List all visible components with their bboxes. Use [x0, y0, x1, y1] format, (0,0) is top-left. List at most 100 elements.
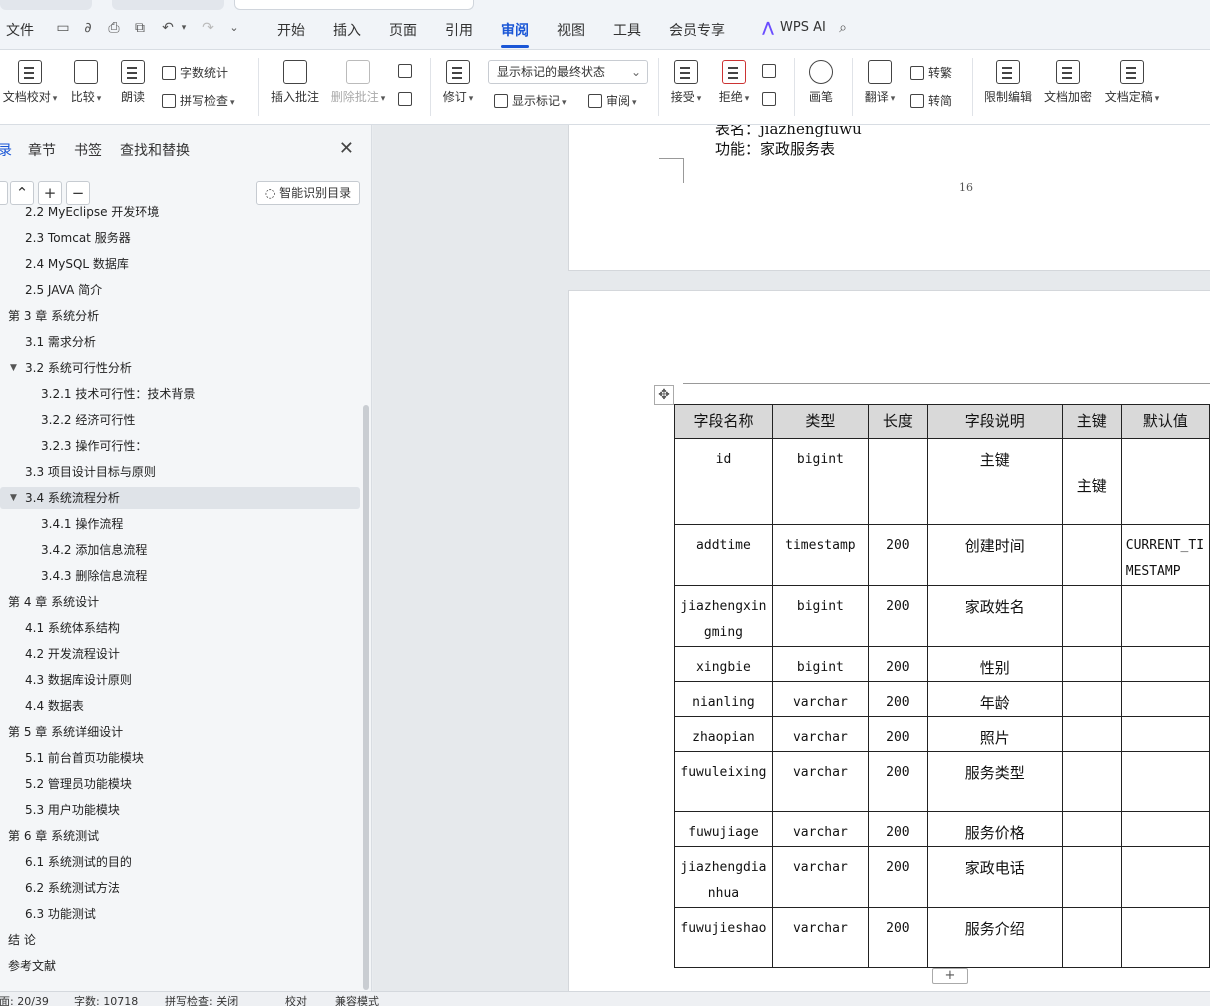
tab-home[interactable]: 开始 [277, 20, 305, 40]
cell-type[interactable]: varchar [771, 846, 869, 908]
tab-chapters[interactable]: 章节 [28, 140, 56, 160]
window-tab[interactable] [0, 0, 92, 10]
cell-description[interactable]: 创建时间 [926, 524, 1063, 586]
cell-description[interactable]: 性别 [926, 646, 1063, 682]
toc-item[interactable]: 4.2 开发流程设计 [0, 643, 360, 665]
track-changes-button[interactable]: 修订 ▾ [440, 60, 476, 105]
print-icon[interactable]: ⎙ [106, 20, 122, 36]
next-change-button[interactable] [762, 92, 780, 106]
window-tab[interactable] [112, 0, 224, 10]
undo-dropdown-icon[interactable]: ▾ [176, 20, 192, 36]
toc-item[interactable]: 5.1 前台首页功能模块 [0, 747, 360, 769]
cell-default[interactable] [1120, 681, 1210, 717]
page-indicator[interactable]: 页面: 20/39 [0, 993, 49, 1006]
cell-field-name[interactable]: xingbie [674, 646, 773, 682]
cell-default[interactable] [1120, 811, 1210, 847]
proofread-status[interactable]: 校对 [285, 993, 307, 1006]
cell-description[interactable]: 年龄 [926, 681, 1063, 717]
spell-check-status[interactable]: 拼写检查: 关闭 [165, 993, 238, 1006]
cell-primary-key[interactable]: 主键 [1061, 438, 1122, 525]
insert-comment-button[interactable]: 插入批注 [270, 60, 320, 105]
cell-length[interactable]: 200 [867, 646, 928, 682]
cell-primary-key[interactable] [1061, 585, 1122, 647]
print-preview-icon[interactable]: ⧉ [132, 20, 148, 36]
toc-item[interactable]: 2.5 JAVA 简介 [0, 279, 360, 301]
markup-mode-select[interactable]: 显示标记的最终状态 ⌄ [488, 60, 648, 84]
cell-description[interactable]: 服务介绍 [926, 907, 1063, 968]
cell-field-name[interactable]: jiazhengdianhua [674, 846, 773, 908]
toc-item[interactable]: 3.1 需求分析 [0, 331, 360, 353]
cell-field-name[interactable]: fuwuleixing [674, 751, 773, 812]
toc-item[interactable]: ▼第 3 章 系统分析 [0, 305, 360, 327]
toc-item[interactable]: 2.4 MySQL 数据库 [0, 253, 360, 275]
redo-icon[interactable]: ↷ [200, 20, 216, 36]
function-line[interactable]: 功能：家政服务表 [715, 138, 835, 159]
finalize-button[interactable]: 文档定稿 ▾ [1103, 60, 1161, 105]
cell-type[interactable]: varchar [771, 811, 869, 847]
toc-item[interactable]: ▼ 3.2 系统可行性分析 [0, 357, 360, 379]
cell-length[interactable]: 200 [867, 524, 928, 586]
cell-length[interactable]: 200 [867, 681, 928, 717]
cell-primary-key[interactable] [1061, 681, 1122, 717]
cell-length[interactable]: 200 [867, 907, 928, 968]
previous-change-button[interactable] [762, 64, 780, 78]
toc-item[interactable]: 6.2 系统测试方法 [0, 877, 360, 899]
toc-item[interactable]: 2.3 Tomcat 服务器 [0, 227, 360, 249]
reject-button[interactable]: 拒绝 ▾ [716, 60, 752, 105]
cell-field-name[interactable]: id [674, 438, 773, 525]
previous-comment-button[interactable] [398, 64, 416, 78]
link-icon[interactable]: ∂ [80, 20, 96, 36]
cell-length[interactable]: 200 [867, 716, 928, 752]
tab-bookmarks[interactable]: 书签 [74, 140, 102, 160]
cell-description[interactable]: 照片 [926, 716, 1063, 752]
menu-file[interactable]: 文件 [6, 20, 34, 40]
toc-item[interactable]: 5.2 管理员功能模块 [0, 773, 360, 795]
doc-check-button[interactable]: 文档校对 ▾ [0, 60, 60, 105]
tab-insert[interactable]: 插入 [333, 20, 361, 40]
table-name-line[interactable]: 表名：jiazhengfuwu [715, 125, 862, 139]
toc-item[interactable]: 5.3 用户功能模块 [0, 799, 360, 821]
cell-length[interactable] [867, 438, 928, 525]
add-row-icon[interactable]: + [932, 968, 968, 984]
word-count[interactable]: 字数: 10718 [74, 993, 138, 1006]
toc-item[interactable]: 3.2.1 技术可行性：技术背景 [0, 383, 360, 405]
cell-type[interactable]: varchar [771, 716, 869, 752]
tab-references[interactable]: 引用 [445, 20, 473, 40]
toc-item[interactable]: 3.3 项目设计目标与原则 [0, 461, 360, 483]
expand-triangle-icon[interactable]: ▼ [10, 357, 17, 379]
cell-length[interactable]: 200 [867, 751, 928, 812]
compare-button[interactable]: 比较 ▾ [68, 60, 104, 105]
toc-item[interactable]: ▼第 6 章 系统测试 [0, 825, 360, 847]
cell-length[interactable]: 200 [867, 846, 928, 908]
search-icon[interactable]: ⌕ [835, 20, 851, 36]
close-icon[interactable]: ✕ [339, 138, 354, 159]
toc-item[interactable]: 6.3 功能测试 [0, 903, 360, 925]
delete-comment-button[interactable]: 删除批注 ▾ [330, 60, 386, 105]
restrict-edit-button[interactable]: 限制编辑 [983, 60, 1033, 105]
toc-item[interactable]: 4.3 数据库设计原则 [0, 669, 360, 691]
cell-field-name[interactable]: zhaopian [674, 716, 773, 752]
tab-member[interactable]: 会员专享 [669, 20, 725, 40]
to-traditional-button[interactable]: 转繁 [910, 64, 952, 81]
tab-toc[interactable]: 录 [0, 140, 12, 160]
spell-check-button[interactable]: 拼写检查 ▾ [162, 92, 235, 109]
translate-button[interactable]: 翻译 ▾ [862, 60, 898, 105]
toc-item[interactable]: 结 论 [0, 929, 360, 951]
quick-access-more-icon[interactable]: ⌄ [226, 20, 242, 36]
toc-item[interactable]: 3.4.1 操作流程 [0, 513, 360, 535]
cell-type[interactable]: bigint [771, 438, 869, 525]
cell-type[interactable]: varchar [771, 751, 869, 812]
read-aloud-button[interactable]: 朗读 [118, 60, 148, 105]
toc-item[interactable]: 参考文献 [0, 955, 360, 977]
review-pane-button[interactable]: 审阅 ▾ [588, 92, 637, 109]
cell-type[interactable]: varchar [771, 907, 869, 968]
cell-default[interactable]: CURRENT_TIMESTAMP [1120, 524, 1210, 586]
cell-primary-key[interactable] [1061, 846, 1122, 908]
cell-description[interactable]: 家政电话 [926, 846, 1063, 908]
accept-button[interactable]: 接受 ▾ [668, 60, 704, 105]
toc-item[interactable]: ▼第 4 章 系统设计 [0, 591, 360, 613]
cell-description[interactable]: 主键 [926, 438, 1063, 525]
cell-default[interactable] [1120, 907, 1210, 968]
cell-field-name[interactable]: jiazhengxingming [674, 585, 773, 647]
cell-primary-key[interactable] [1061, 646, 1122, 682]
